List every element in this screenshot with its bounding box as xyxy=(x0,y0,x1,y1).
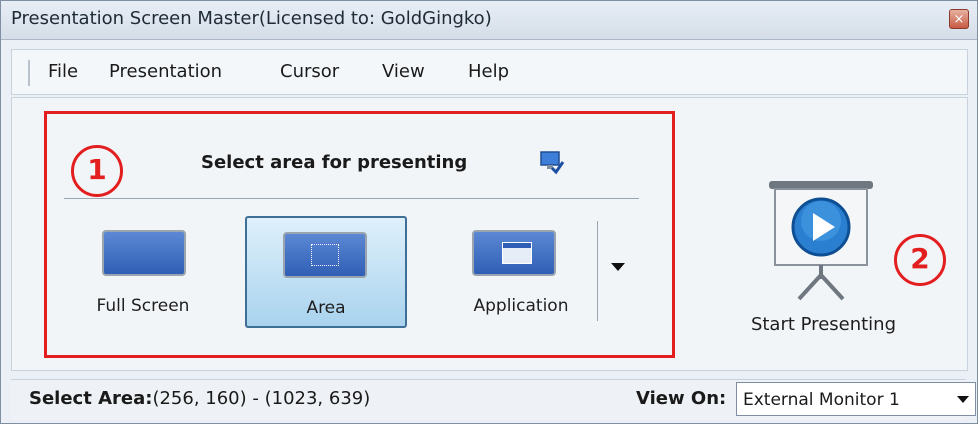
select-area-key: Select Area: xyxy=(29,388,153,409)
dropdown-separator xyxy=(597,221,598,321)
view-on-label: View On: xyxy=(636,388,727,409)
view-on-value: External Monitor 1 xyxy=(743,390,900,410)
menu-file[interactable]: File xyxy=(48,61,78,82)
area-label: Area xyxy=(306,298,346,318)
projector-play-icon xyxy=(769,181,873,301)
select-area-status: Select Area:(256, 160) - (1023, 639) xyxy=(29,388,370,409)
window-title: Presentation Screen Master(Licensed to: … xyxy=(11,8,492,29)
close-button[interactable]: × xyxy=(949,9,969,29)
menu-bar: File Presentation Cursor View Help xyxy=(11,49,968,95)
full-screen-label: Full Screen xyxy=(96,296,190,316)
app-window: Presentation Screen Master(Licensed to: … xyxy=(0,0,978,424)
group-divider xyxy=(64,198,639,199)
menu-cursor[interactable]: Cursor xyxy=(280,61,339,82)
annotation-badge-1: 1 xyxy=(71,145,123,197)
area-button[interactable]: Area xyxy=(245,216,407,328)
menu-view[interactable]: View xyxy=(382,61,425,82)
full-screen-button[interactable]: Full Screen xyxy=(79,216,207,328)
fullscreen-icon xyxy=(102,230,186,276)
application-label: Application xyxy=(473,296,569,316)
title-bar: Presentation Screen Master(Licensed to: … xyxy=(1,1,977,40)
chevron-down-icon[interactable] xyxy=(611,263,625,271)
start-presenting-button[interactable]: Start Presenting xyxy=(726,171,921,341)
select-chevron-down-icon[interactable] xyxy=(957,396,969,403)
group-title: Select area for presenting xyxy=(201,152,468,173)
application-button[interactable]: Application xyxy=(451,216,591,328)
view-on-select[interactable]: External Monitor 1 xyxy=(736,382,976,416)
select-area-value: (256, 160) - (1023, 639) xyxy=(152,388,371,409)
annotation-badge-2: 2 xyxy=(894,234,946,286)
menu-help[interactable]: Help xyxy=(468,61,509,82)
monitor-check-icon[interactable] xyxy=(539,149,565,175)
application-window-icon xyxy=(472,230,556,276)
menu-presentation[interactable]: Presentation xyxy=(109,61,222,82)
menu-grip xyxy=(28,60,30,86)
area-select-icon xyxy=(283,232,367,278)
start-presenting-label: Start Presenting xyxy=(750,314,897,335)
